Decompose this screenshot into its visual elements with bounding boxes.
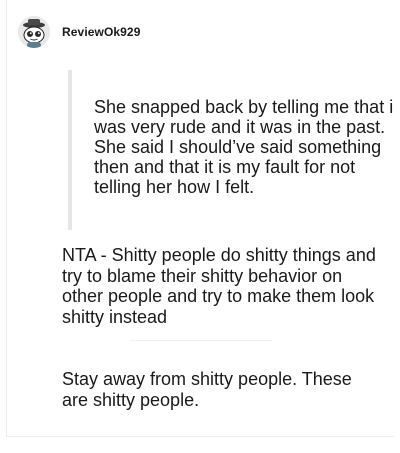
comment-card: ReviewOk929 She snapped back by telling … [0, 0, 400, 453]
username[interactable]: ReviewOk929 [62, 25, 141, 39]
reddit-snoo-avatar-icon [18, 16, 50, 48]
comment-header: ReviewOk929 [18, 12, 141, 52]
divider [130, 340, 272, 341]
comment-paragraph: NTA - Shitty people do shitty things and… [62, 245, 376, 327]
blockquote: She snapped back by telling me that i wa… [68, 70, 393, 230]
quote-text: She snapped back by telling me that i wa… [94, 97, 394, 197]
avatar[interactable] [18, 16, 50, 48]
divider [6, 436, 394, 437]
thread-line[interactable] [6, 0, 7, 436]
comment-paragraph: Stay away from shitty people. These are … [62, 369, 352, 410]
